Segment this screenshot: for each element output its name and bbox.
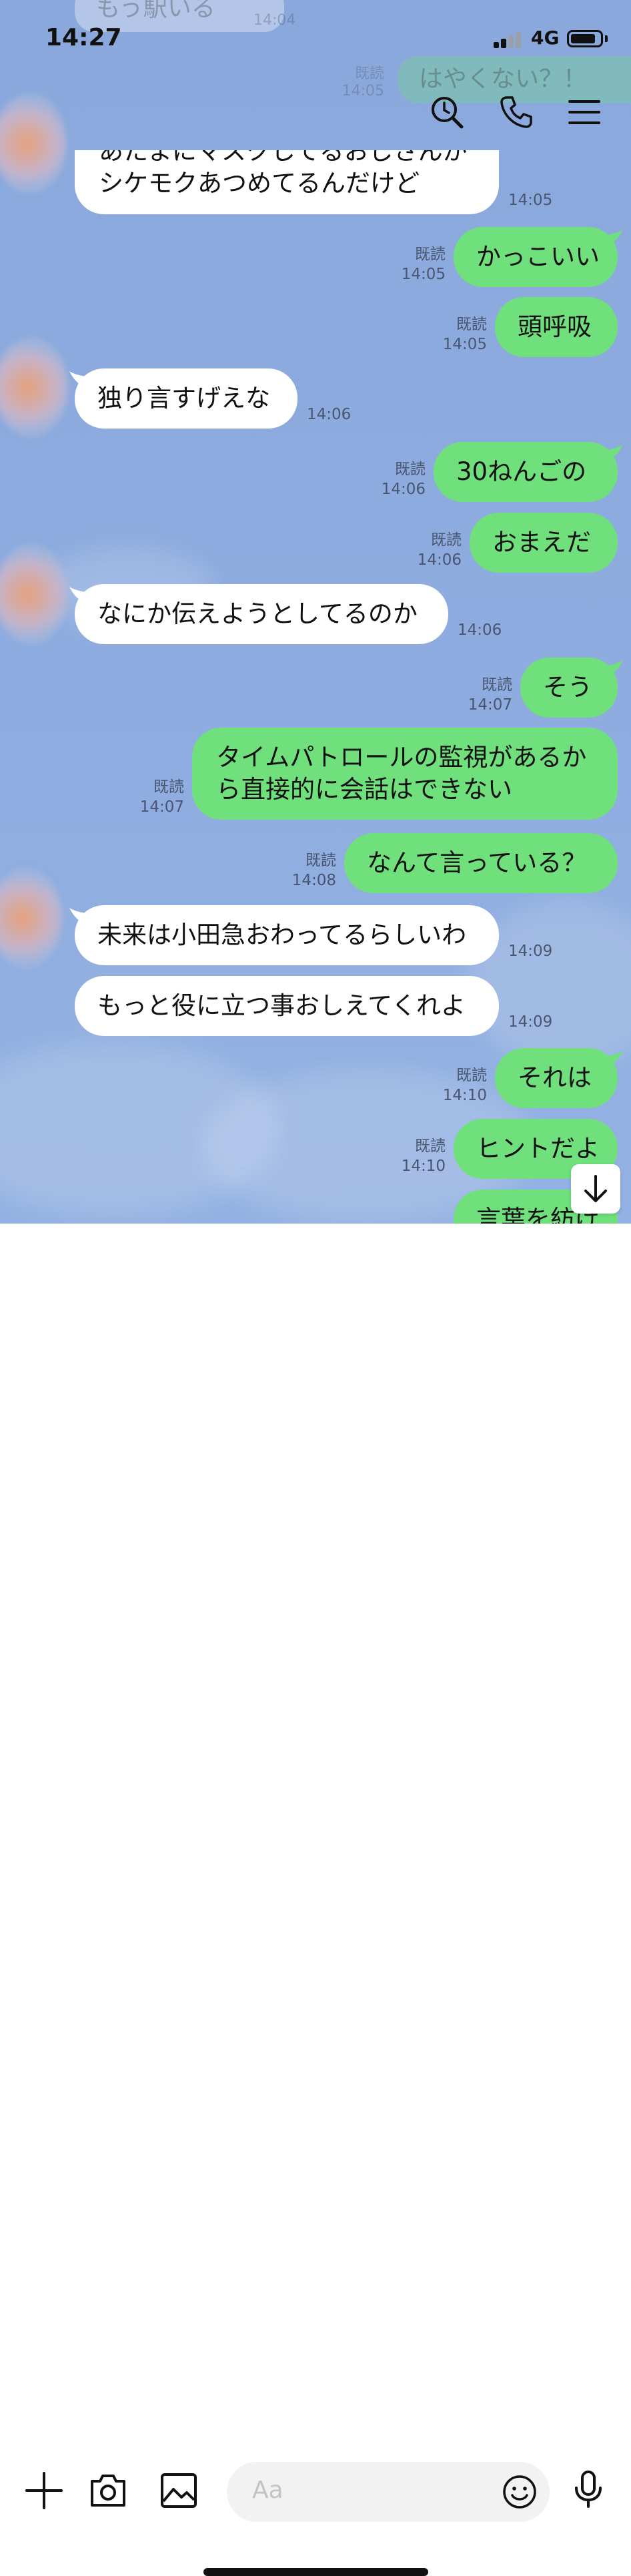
chat-header-toolbar (0, 93, 631, 134)
bubble-tail (603, 660, 623, 678)
emoji-icon[interactable] (502, 2474, 538, 2510)
avatar[interactable] (0, 868, 63, 968)
message-time: 14:08 (291, 872, 336, 889)
message-bubble[interactable]: かっこいい (454, 227, 618, 287)
message-bubble[interactable]: あたまにマスクしてるおじさんがシケモクあつめてるんだけど (75, 150, 499, 214)
message-text: 30ねんごの (456, 457, 587, 486)
message-text: それは (518, 1063, 592, 1092)
input-placeholder: Aa (252, 2477, 283, 2504)
message-time: 14:06 (307, 406, 352, 423)
message-text: シケモクあつめてるんだけど (99, 169, 420, 198)
message-bubble[interactable]: 30ねんごの (434, 442, 618, 502)
microphone-icon[interactable] (568, 2469, 608, 2509)
avatar[interactable] (0, 544, 68, 644)
message-meta: 既読 14:06 (416, 530, 462, 570)
bubble-tail (603, 1051, 623, 1068)
message-time: 14:05 (442, 336, 487, 353)
read-receipt: 既読 (153, 778, 184, 796)
message-time: 14:06 (381, 481, 426, 498)
menu-icon[interactable] (566, 93, 603, 131)
message-bubble[interactable]: 独り言すげえな (75, 368, 297, 429)
arrow-down-icon (584, 1175, 607, 1202)
message-bubble[interactable]: 未来は小田急おわってるらしいわ (75, 905, 499, 965)
network-type: 4G (531, 27, 560, 49)
status-bar: 14:27 4G (0, 0, 631, 73)
message-text: ら直接的に会話はできない (216, 775, 512, 804)
search-icon[interactable] (428, 93, 466, 131)
battery-icon (567, 30, 603, 47)
chat-area[interactable]: もう駅いる 14:04 既読 14:05 はやくない？！ あたまにマスクしてるお… (0, 0, 631, 1224)
message-time: 14:06 (458, 621, 502, 639)
message-text: あたまにマスクしてるおじさんが (99, 150, 468, 166)
message-input-bar: Aa (0, 1224, 631, 2576)
read-receipt: 既読 (431, 531, 462, 549)
message-text: なんて言っている？ (367, 848, 587, 877)
message-bubble[interactable]: もっと役に立つ事おしえてくれよ (75, 976, 499, 1036)
message-text: 独り言すげえな (97, 384, 270, 413)
read-receipt: 既読 (456, 316, 487, 333)
message-bubble[interactable]: タイムパトロールの監視があるか ら直接的に会話はできない (192, 728, 618, 820)
message-input[interactable]: Aa (227, 2462, 550, 2522)
status-time: 14:27 (45, 24, 122, 51)
home-indicator (203, 2568, 428, 2576)
read-receipt: 既読 (415, 246, 446, 263)
message-time: 14:06 (417, 551, 462, 569)
message-text: ヒントだよ (476, 1134, 600, 1163)
message-bubble[interactable]: なにか伝えようとしてるのか (75, 584, 448, 644)
bubble-tail (603, 445, 623, 462)
message-text: おまえだ (492, 528, 591, 557)
message-text: かっこいい (476, 242, 600, 271)
message-text: 頭呼吸 (518, 312, 592, 341)
read-receipt: 既読 (305, 852, 336, 869)
camera-icon[interactable] (88, 2471, 128, 2511)
bubble-tail (69, 908, 89, 925)
message-text: タイムパトロールの監視があるか (216, 743, 587, 772)
message-time: 14:07 (468, 696, 512, 714)
message-meta: 既読 14:10 (442, 1065, 487, 1105)
bubble-tail (69, 371, 89, 389)
phone-icon[interactable] (498, 93, 535, 131)
message-time: 14:05 (508, 192, 553, 209)
message-time: 14:07 (139, 798, 184, 816)
avatar[interactable] (0, 337, 68, 437)
message-time: 14:10 (442, 1087, 487, 1104)
message-text: なにか伝えようとしてるのか (97, 599, 418, 628)
message-meta: 既読 14:10 (400, 1136, 446, 1176)
message-text: 未来は小田急おわってるらしいわ (97, 921, 467, 949)
read-receipt: 既読 (482, 676, 512, 694)
image-icon[interactable] (159, 2471, 199, 2511)
message-meta: 既読 14:07 (139, 777, 184, 817)
message-meta: 既読 14:05 (400, 244, 446, 284)
message-text: もっと役に立つ事おしえてくれよ (97, 991, 466, 1020)
message-time: 14:09 (508, 1013, 553, 1031)
bubble-tail (603, 230, 623, 247)
message-time: 14:05 (401, 266, 446, 283)
read-receipt: 既読 (415, 1137, 446, 1155)
read-receipt: 既読 (456, 1067, 487, 1084)
message-bubble[interactable]: 頭呼吸 (495, 297, 618, 357)
message-meta: 既読 14:08 (291, 850, 336, 890)
message-meta: 既読 14:07 (467, 675, 512, 715)
message-time: 14:10 (401, 1157, 446, 1175)
battery-tip (605, 35, 608, 42)
message-meta: 既読 14:05 (442, 314, 487, 354)
message-bubble[interactable]: それは (495, 1048, 618, 1108)
plus-icon[interactable] (24, 2471, 64, 2511)
scroll-to-bottom-button[interactable] (571, 1164, 620, 1214)
message-text: そう (543, 673, 592, 702)
bubble-tail (69, 587, 89, 604)
message-time: 14:09 (508, 943, 553, 960)
message-meta: 既読 14:06 (380, 459, 426, 499)
message-bubble[interactable]: おまえだ (470, 513, 618, 573)
message-bubble[interactable]: なんて言っている？ (344, 833, 618, 893)
signal-icon (494, 31, 524, 48)
read-receipt: 既読 (395, 461, 426, 478)
